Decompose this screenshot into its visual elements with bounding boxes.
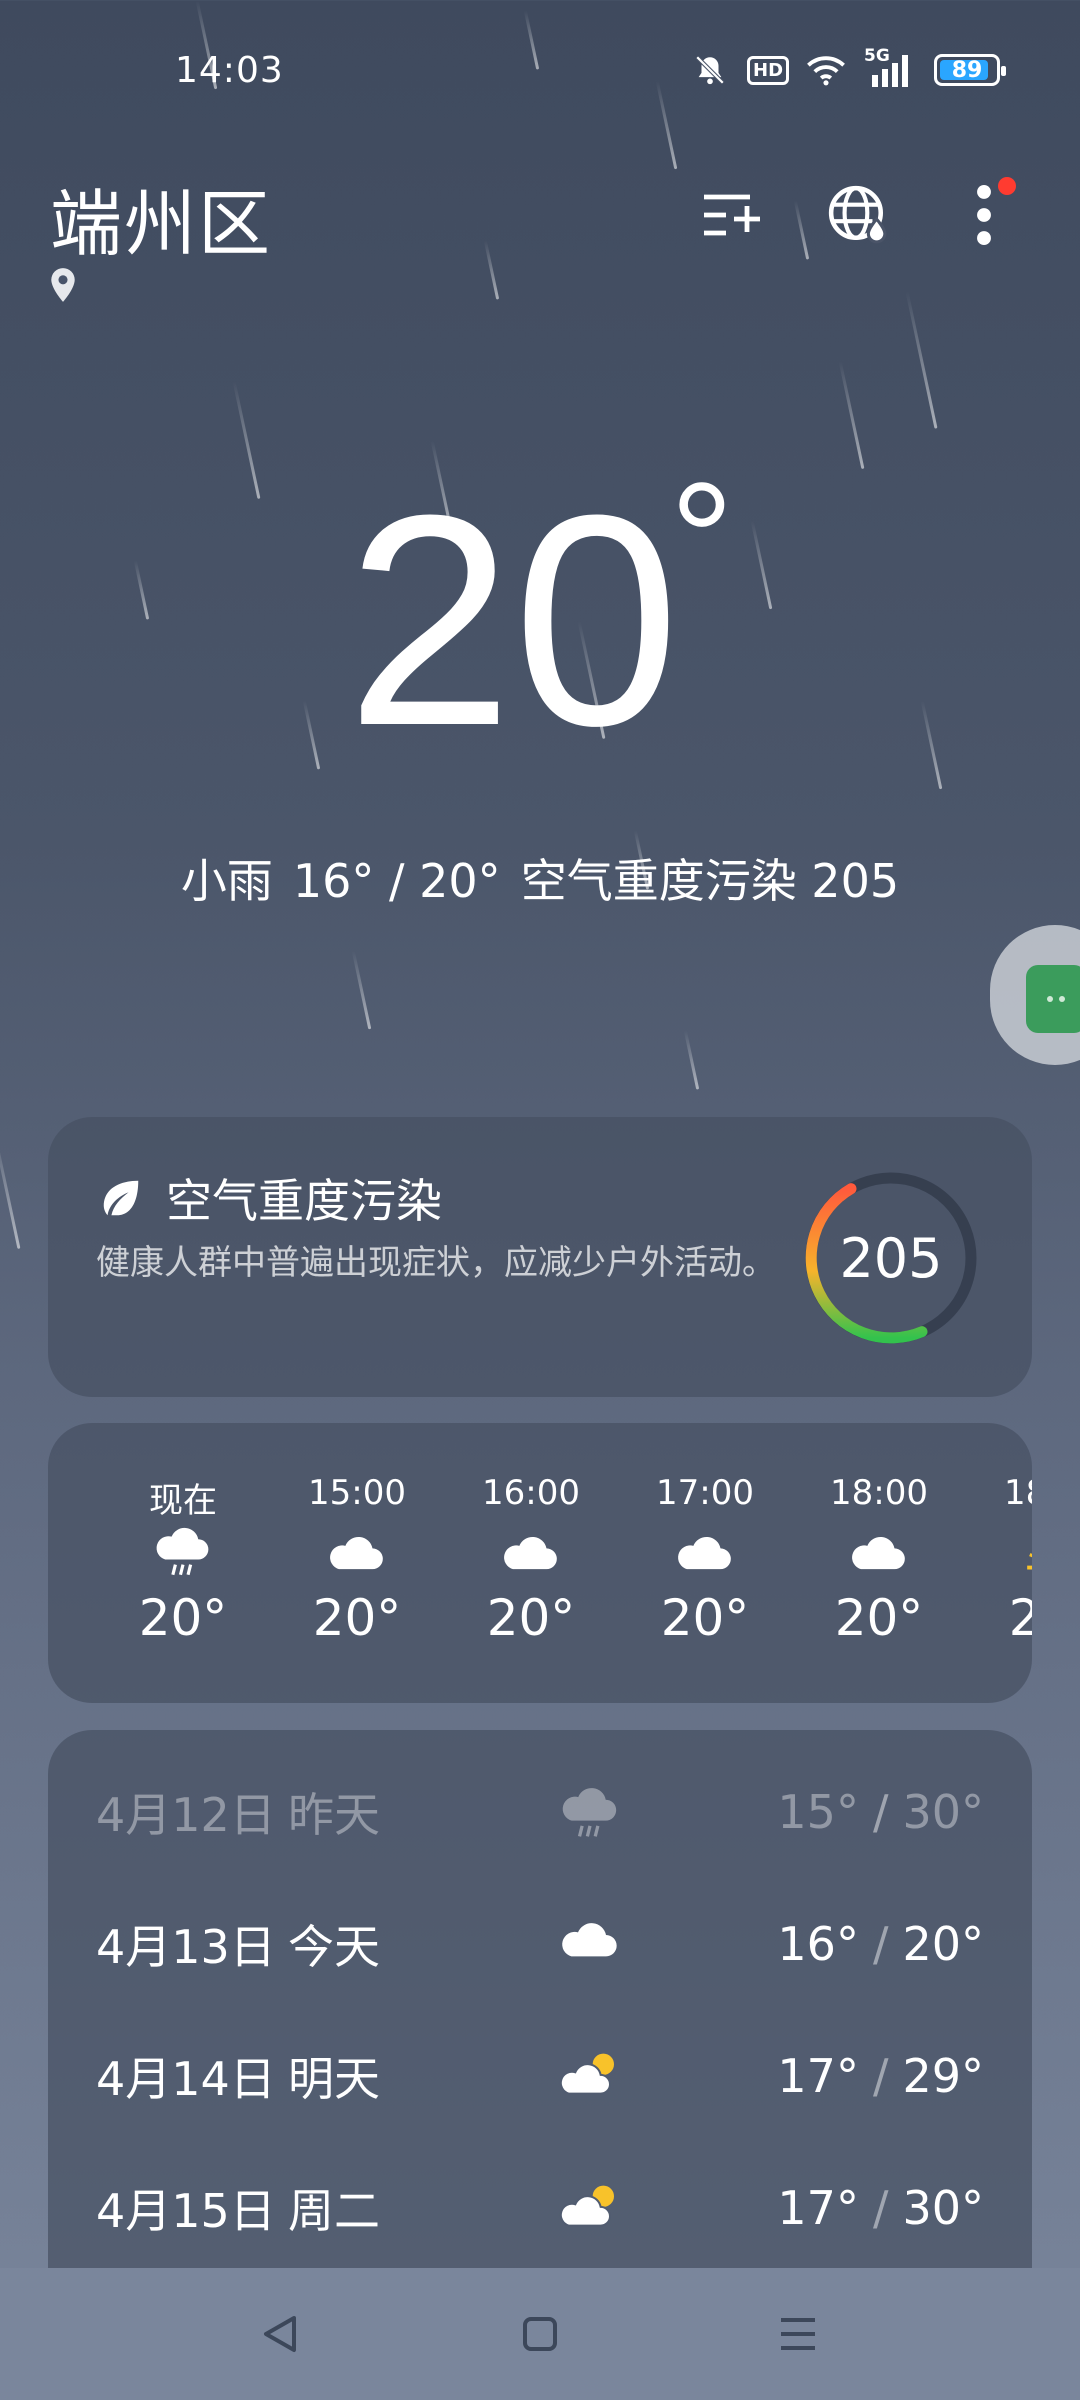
hourly-temp: 20° — [312, 1589, 402, 1647]
daily-high: 30° — [902, 2181, 984, 2235]
daily-row[interactable]: 4月13日 今天 16°/20° — [48, 1894, 1032, 1994]
hourly-temp: 20° — [1008, 1589, 1032, 1647]
daily-low: 16° — [777, 1917, 859, 1971]
leaf-icon — [103, 1180, 139, 1216]
current-condition: 小雨 — [180, 854, 273, 908]
floating-widget-icon — [1026, 965, 1080, 1033]
aqi-description: 健康人群中普遍出现症状，应减少户外活动。 — [96, 1243, 776, 1283]
daily-date: 4月13日 — [96, 1920, 276, 1974]
location-pin-icon — [50, 268, 76, 306]
daily-temp-range: 17°/29° — [777, 2049, 984, 2103]
daily-day-name: 周二 — [288, 2184, 380, 2238]
battery-icon: 89 — [934, 54, 1006, 86]
home-button[interactable] — [510, 2304, 570, 2364]
range-separator: / — [872, 2181, 889, 2235]
current-summary: 小雨 16° / 20° 空气重度污染 205 — [0, 845, 1080, 911]
navigation-bar — [0, 2268, 1080, 2400]
hd-icon: HD — [747, 52, 790, 88]
notification-dot — [998, 177, 1016, 195]
daily-date: 4月14日 — [96, 2052, 276, 2106]
partly-cloudy-icon — [558, 2180, 622, 2242]
partly-cloudy-icon — [558, 2048, 622, 2110]
daily-date: 4月15日 — [96, 2184, 276, 2238]
current-aqi-text: 空气重度污染 205 — [520, 854, 900, 908]
hourly-temp: 20° — [660, 1589, 750, 1647]
daily-day-name: 今天 — [288, 1920, 380, 1974]
range-separator: / — [872, 1785, 889, 1839]
aqi-title: 空气重度污染 — [166, 1174, 442, 1228]
cloud-icon — [326, 1517, 388, 1587]
hourly-time: 15:00 — [308, 1473, 406, 1513]
daily-date: 4月12日 — [96, 1788, 276, 1842]
status-bar: 14:03 HD 5G 89 — [0, 0, 1080, 140]
globe-icon — [828, 185, 887, 244]
menu-icon — [781, 2318, 815, 2350]
range-separator: / — [872, 1917, 889, 1971]
hourly-temp: 20° — [486, 1589, 576, 1647]
cloud-icon — [558, 1916, 622, 1973]
bell-muted-icon — [690, 52, 730, 88]
current-temperature: 20° — [346, 449, 734, 788]
hourly-time: 现在 — [149, 1481, 217, 1521]
hourly-temp: 20° — [138, 1589, 228, 1647]
hourly-item: 18:50 20° — [966, 1473, 1032, 1647]
more-icon — [977, 185, 991, 245]
daily-temp-range: 17°/30° — [777, 2181, 984, 2235]
wifi-icon — [806, 52, 846, 88]
back-icon — [264, 2316, 296, 2352]
globe-button[interactable] — [818, 175, 898, 255]
signal-icon: 5G — [864, 46, 916, 88]
hourly-item: 17:00 20° — [618, 1473, 792, 1647]
hourly-item: 16:00 20° — [444, 1473, 618, 1647]
daily-low: 17° — [777, 2049, 859, 2103]
hourly-time: 16:00 — [482, 1473, 580, 1513]
sunset-icon — [1022, 1517, 1032, 1587]
city-name[interactable]: 端州区 — [50, 165, 272, 270]
hourly-item: 现在 20° — [96, 1473, 270, 1647]
daily-forecast-card[interactable]: 4月12日 昨天 15°/30° 4月13日 今天 16°/20° 4月14日 明天 17°/2… — [48, 1730, 1032, 2270]
status-time: 14:03 — [175, 50, 284, 91]
aqi-card[interactable]: 空气重度污染 健康人群中普遍出现症状，应减少户外活动。 205 — [48, 1117, 1032, 1397]
hourly-time: 18:50 — [1004, 1473, 1032, 1513]
daily-temp-range: 15°/30° — [777, 1785, 984, 1839]
daily-day-name: 昨天 — [288, 1788, 380, 1842]
aqi-value: 205 — [839, 1226, 943, 1290]
daily-low: 15° — [777, 1785, 859, 1839]
daily-row[interactable]: 4月14日 明天 17°/29° — [48, 2026, 1032, 2126]
cloud-icon — [674, 1517, 736, 1587]
floating-widget[interactable] — [990, 925, 1080, 1065]
hourly-item: 18:00 20° — [792, 1473, 966, 1647]
hourly-temp: 20° — [834, 1589, 924, 1647]
daily-temp-range: 16°/20° — [777, 1917, 984, 1971]
rain-cloud-icon — [152, 1517, 214, 1587]
back-button[interactable] — [250, 2304, 310, 2364]
cloud-icon — [848, 1517, 910, 1587]
hourly-item: 15:00 20° — [270, 1473, 444, 1647]
range-separator: / — [872, 2049, 889, 2103]
add-city-icon — [704, 194, 760, 236]
more-button[interactable] — [944, 175, 1024, 255]
daily-low: 17° — [777, 2181, 859, 2235]
menu-button[interactable] — [768, 2304, 828, 2364]
rain-cloud-icon — [558, 1784, 622, 1853]
add-city-button[interactable] — [692, 175, 772, 255]
daily-row[interactable]: 4月12日 昨天 15°/30° — [48, 1762, 1032, 1862]
daily-high: 20° — [902, 1917, 984, 1971]
daily-day-name: 明天 — [288, 2052, 380, 2106]
home-icon — [523, 2317, 557, 2351]
hourly-forecast-card[interactable]: 现在20°15:0020°16:0020°17:0020°18:0020°18:… — [48, 1423, 1032, 1703]
current-range: 16° / 20° — [292, 854, 501, 908]
hourly-time: 17:00 — [656, 1473, 754, 1513]
daily-high: 29° — [902, 2049, 984, 2103]
cloud-icon — [500, 1517, 562, 1587]
daily-high: 30° — [902, 1785, 984, 1839]
daily-row[interactable]: 4月15日 周二 17°/30° — [48, 2158, 1032, 2258]
hourly-time: 18:00 — [830, 1473, 928, 1513]
